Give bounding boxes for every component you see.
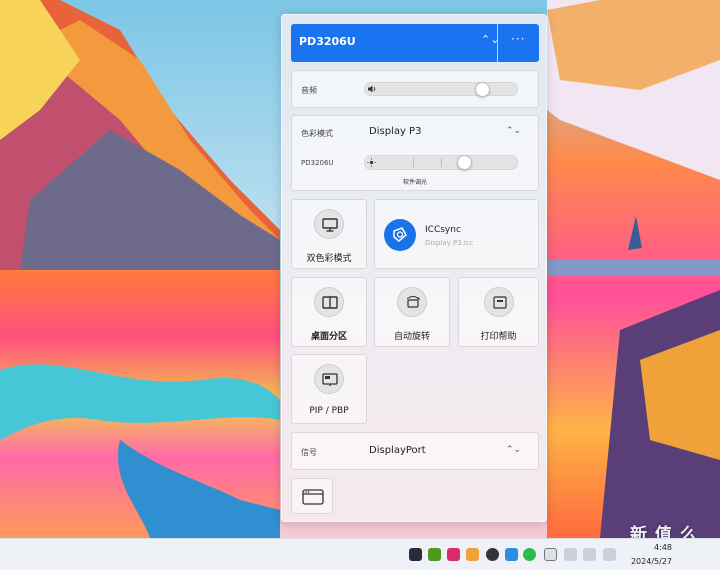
signal-card: 信号 DisplayPort ⌃⌄: [291, 432, 539, 470]
color-mode-select[interactable]: Display P3: [369, 126, 421, 137]
tray-app-icon[interactable]: [505, 548, 518, 561]
dual-color-mode-tile[interactable]: 双色彩模式: [291, 199, 367, 269]
speaker-icon: [368, 85, 376, 93]
display-control-panel: PD3206U ⌃⌄ ··· 音频 色彩模式 Display P3 ⌃⌄ PD3…: [281, 14, 547, 522]
taskbar: 4:48 2024/5/27: [0, 538, 720, 570]
tray-nvidia-icon[interactable]: [428, 548, 441, 561]
color-mode-label: 色彩模式: [301, 129, 333, 138]
auto-rotate-tile[interactable]: 自动旋转: [374, 277, 450, 347]
audio-label: 音频: [301, 86, 317, 95]
print-help-tile[interactable]: 打印帮助: [458, 277, 539, 347]
desktop-partition-tile[interactable]: 桌面分区: [291, 277, 367, 347]
color-mode-card: 色彩模式 Display P3 ⌃⌄ PD3206U 软件调光: [291, 115, 539, 191]
iccsync-title: ICCsync: [425, 225, 461, 235]
signal-label: 信号: [301, 448, 317, 457]
brightness-tick: [441, 158, 442, 167]
language-icon[interactable]: [603, 548, 616, 561]
tray-app-icon[interactable]: [409, 548, 422, 561]
brightness-thumb[interactable]: [457, 154, 472, 170]
split-screen-icon: [314, 287, 344, 317]
tray-wechat-icon[interactable]: [523, 548, 536, 561]
brightness-slider[interactable]: [364, 154, 518, 170]
sun-icon: [367, 158, 376, 167]
volume-slider[interactable]: [364, 81, 518, 97]
tile-label: 桌面分区: [310, 332, 347, 342]
monitor-selector[interactable]: PD3206U ⌃⌄ ···: [291, 24, 539, 62]
color-mode-chevron-icon[interactable]: ⌃⌄: [506, 126, 521, 136]
window-icon: [302, 489, 324, 505]
tile-label: 自动旋转: [393, 332, 430, 342]
signal-chevron-icon[interactable]: ⌃⌄: [506, 445, 521, 455]
tile-label: PIP / PBP: [309, 406, 349, 416]
print-help-icon: [484, 287, 514, 317]
clock-time: 4:48: [654, 543, 672, 552]
tray-app-icon[interactable]: [447, 548, 460, 561]
window-icon-button[interactable]: [291, 478, 333, 514]
monitor-name: PD3206U: [299, 35, 356, 48]
tray-app-icon[interactable]: [544, 548, 557, 561]
iccsync-icon: [384, 219, 416, 251]
brightness-tick: [413, 158, 414, 167]
brightness-label: PD3206U: [301, 159, 334, 167]
signal-select[interactable]: DisplayPort: [369, 445, 426, 456]
network-icon[interactable]: [564, 548, 577, 561]
header-divider: [497, 24, 498, 62]
clock[interactable]: 4:48 2024/5/27: [624, 541, 672, 569]
volume-icon[interactable]: [583, 548, 596, 561]
monitor-icon: [314, 209, 344, 239]
rotate-icon: [397, 287, 427, 317]
iccsync-tile[interactable]: ICCsync Display P3.icc: [374, 199, 539, 269]
pip-icon: [314, 364, 344, 394]
audio-card: 音频: [291, 70, 539, 108]
tile-label: 打印帮助: [480, 332, 517, 342]
clock-date: 2024/5/27: [630, 557, 672, 566]
iccsync-profile: Display P3.icc: [425, 239, 474, 247]
tray-app-icon[interactable]: [486, 548, 499, 561]
volume-thumb[interactable]: [475, 81, 490, 97]
tray-app-icon[interactable]: [466, 548, 479, 561]
more-options-button[interactable]: ···: [511, 32, 525, 46]
tile-label: 双色彩模式: [306, 254, 352, 264]
software-dimming-caption: 软件调光: [402, 179, 427, 186]
pip-pbp-tile[interactable]: PIP / PBP: [291, 354, 367, 424]
